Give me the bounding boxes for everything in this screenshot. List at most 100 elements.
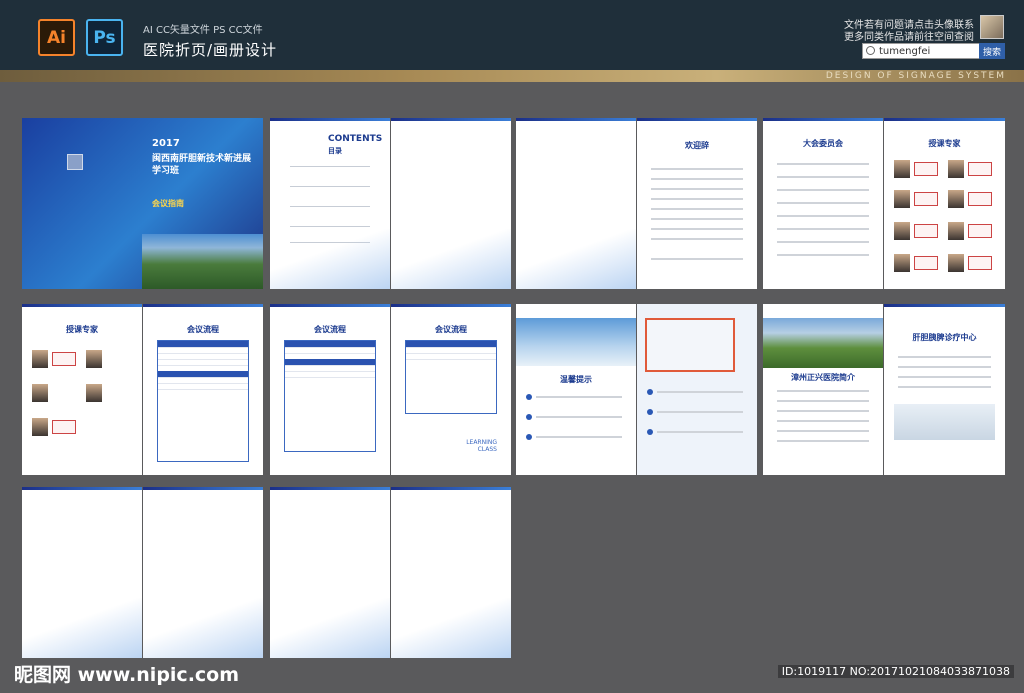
map-page[interactable] xyxy=(637,304,757,475)
text-line xyxy=(536,436,622,438)
decor-swoosh xyxy=(391,229,511,289)
contents-page[interactable]: CONTENTS 目录 xyxy=(270,118,390,289)
hospital-logo xyxy=(52,352,76,366)
expert-photo xyxy=(894,190,910,208)
text-line xyxy=(777,241,869,243)
staff-group-photo xyxy=(894,404,995,440)
page-bar xyxy=(391,118,511,121)
agenda-title: 会议流程 xyxy=(435,325,467,334)
toc-line xyxy=(290,166,370,167)
hospital-logo xyxy=(914,162,938,176)
text-line xyxy=(651,258,743,260)
agenda-title: 会议流程 xyxy=(314,325,346,334)
experts-title: 授课专家 xyxy=(928,139,961,148)
cover-title: 闽西南肝胆新技术新进展学习班 xyxy=(152,154,252,176)
blank-page[interactable] xyxy=(143,487,263,658)
search-input[interactable] xyxy=(862,43,994,59)
text-line xyxy=(651,178,743,180)
text-line xyxy=(536,416,622,418)
airplane-photo xyxy=(516,318,636,366)
hospital-logo xyxy=(914,256,938,270)
committee-page[interactable]: 大会委员会 xyxy=(763,118,883,289)
hospital-photo xyxy=(763,318,883,368)
cover-spread[interactable]: 2017 闽西南肝胆新技术新进展学习班 会议指南 xyxy=(22,118,263,289)
page-bar xyxy=(270,304,390,307)
bus-icon xyxy=(647,429,653,435)
file-format-label: AI CC矢量文件 PS CC文件 xyxy=(143,25,263,36)
expert-photo xyxy=(948,160,964,178)
toc-line xyxy=(290,206,370,207)
class-word: CLASS xyxy=(477,446,497,453)
hospital-logo xyxy=(968,162,992,176)
contents-label: CONTENTS xyxy=(328,134,383,144)
page-bar xyxy=(22,304,142,307)
location-map xyxy=(645,318,735,372)
page-bar xyxy=(143,304,263,307)
blank-page[interactable] xyxy=(516,118,636,289)
agenda-page[interactable]: 会议流程 xyxy=(143,304,263,475)
experts-title: 授课专家 xyxy=(66,325,98,334)
text-line xyxy=(898,376,991,378)
info-icon xyxy=(526,414,532,420)
page-bar xyxy=(516,118,636,121)
decor-swoosh xyxy=(270,229,390,289)
site-watermark: 昵图网 www.nipic.com xyxy=(14,664,240,686)
toc-line xyxy=(290,186,370,187)
text-line xyxy=(777,440,869,442)
experts-page[interactable]: 授课专家 xyxy=(884,118,1005,289)
tips-page[interactable]: 温馨提示 xyxy=(516,304,636,475)
hospital-intro-page[interactable]: 漳州正兴医院简介 xyxy=(763,304,883,475)
location-icon xyxy=(647,389,653,395)
contents-subtitle: 目录 xyxy=(328,147,342,155)
decor-swoosh xyxy=(516,229,636,289)
agenda-page-2[interactable]: 会议流程 xyxy=(270,304,390,475)
text-line xyxy=(777,390,869,392)
page-bar xyxy=(270,487,390,490)
expert-photo xyxy=(894,222,910,240)
blank-page[interactable] xyxy=(391,118,511,289)
center-title: 肝胆胰脾诊疗中心 xyxy=(912,333,977,342)
expert-photo xyxy=(894,160,910,178)
text-line xyxy=(651,218,743,220)
text-line xyxy=(777,189,869,191)
page-bar xyxy=(637,118,757,121)
blank-page[interactable] xyxy=(391,487,511,658)
text-line xyxy=(651,208,743,210)
text-line xyxy=(651,168,743,170)
text-line xyxy=(777,228,869,230)
expert-photo xyxy=(948,222,964,240)
photoshop-icon: Ps xyxy=(86,19,123,56)
phone-icon xyxy=(647,409,653,415)
hospital-logo xyxy=(968,256,992,270)
learning-class-mark: LEARNING CLASS xyxy=(466,439,497,453)
text-line xyxy=(657,411,743,413)
decor-swoosh xyxy=(143,598,263,658)
decor-swoosh xyxy=(22,598,142,658)
agenda-page-3[interactable]: 会议流程 LEARNING CLASS xyxy=(391,304,511,475)
blank-page[interactable] xyxy=(270,487,390,658)
experts-page-2[interactable]: 授课专家 xyxy=(22,304,142,475)
expert-photo xyxy=(948,254,964,272)
welcome-page[interactable]: 欢迎辞 xyxy=(637,118,757,289)
author-avatar[interactable] xyxy=(980,15,1004,39)
page-bar xyxy=(270,118,390,121)
info-icon xyxy=(526,434,532,440)
text-line xyxy=(898,356,991,358)
text-line xyxy=(651,238,743,240)
qr-code-icon xyxy=(67,154,83,170)
page-bar xyxy=(143,487,263,490)
center-page[interactable]: 肝胆胰脾诊疗中心 xyxy=(884,304,1005,475)
expert-photo xyxy=(32,350,48,368)
learning-word: LEARNING xyxy=(466,439,497,446)
toc-line xyxy=(290,226,370,227)
tips-title: 温馨提示 xyxy=(560,375,592,384)
text-line xyxy=(777,163,869,165)
text-line xyxy=(777,400,869,402)
search-button[interactable]: 搜索 xyxy=(979,43,1005,59)
text-line xyxy=(898,386,991,388)
blank-page[interactable] xyxy=(22,487,142,658)
page-title: 医院折页/画册设计 xyxy=(143,41,278,59)
agenda-title: 会议流程 xyxy=(187,325,219,334)
decor-swoosh xyxy=(391,598,511,658)
committee-title: 大会委员会 xyxy=(803,139,843,148)
